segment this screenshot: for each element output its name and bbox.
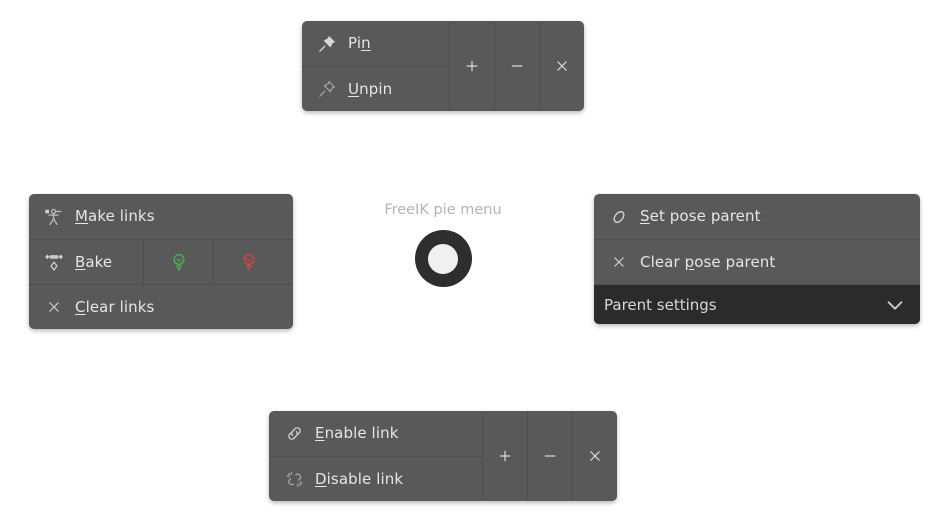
plus-icon [499, 450, 511, 462]
decrement-button[interactable] [494, 21, 539, 111]
lightbulb-off-icon [242, 253, 255, 271]
minus-icon [544, 455, 556, 457]
links-pie-menu-panel: Make links Bake Clear links [29, 194, 293, 329]
menu-item-label: Make links [75, 207, 155, 225]
menu-item-set-pose-parent[interactable]: Set pose parent [594, 194, 920, 239]
links-panel-rows: Make links Bake Clear links [29, 194, 293, 329]
pin-panel-operator-buttons [449, 21, 584, 111]
menu-item-label: Unpin [348, 79, 393, 98]
pin-pie-menu-panel: Pin Unpin [302, 21, 584, 111]
armature-icon [42, 205, 66, 229]
bake-disable-button[interactable] [213, 240, 283, 284]
parent-settings-collapsible-header[interactable]: Parent settings [594, 284, 920, 324]
close-icon [557, 61, 567, 71]
menu-item-label: Pin [348, 34, 371, 52]
enable-panel-rows: Enable link Disable link [269, 411, 482, 501]
link-connected-icon [282, 422, 306, 446]
menu-item-label: Bake [75, 252, 113, 271]
bone-icon [607, 205, 631, 229]
link-broken-icon [282, 467, 306, 491]
pushpin-outline-icon [315, 77, 339, 101]
menu-item-clear-pose-parent[interactable]: Clear pose parent [594, 239, 920, 284]
menu-item-enable-link[interactable]: Enable link [269, 411, 482, 456]
pie-menu-center: FreeIK pie menu [378, 202, 508, 287]
bake-option-cells [143, 240, 283, 284]
bake-constraint-icon [42, 250, 66, 274]
menu-item-clear-links[interactable]: Clear links [29, 284, 293, 329]
menu-item-unpin[interactable]: Unpin [302, 66, 449, 111]
minus-icon [511, 65, 523, 67]
menu-item-label: Enable link [315, 424, 399, 442]
menu-item-bake[interactable]: Bake [29, 239, 293, 284]
close-icon [42, 295, 66, 319]
menu-item-label: Clear links [75, 297, 155, 316]
bake-enable-button[interactable] [143, 240, 213, 284]
decrement-button[interactable] [527, 411, 572, 501]
pin-panel-rows: Pin Unpin [302, 21, 449, 111]
enable-link-pie-menu-panel: Enable link Disable link [269, 411, 617, 501]
menu-item-disable-link[interactable]: Disable link [269, 456, 482, 501]
remove-button[interactable] [539, 21, 584, 111]
menu-item-label: Set pose parent [640, 207, 761, 225]
parent-panel-rows: Set pose parent Clear pose parent Parent… [594, 194, 920, 324]
close-icon [607, 250, 631, 274]
menu-item-pin[interactable]: Pin [302, 21, 449, 66]
menu-item-label: Clear pose parent [640, 252, 776, 271]
pie-menu-ring-hole [428, 243, 458, 274]
enable-panel-operator-buttons [482, 411, 617, 501]
close-icon [590, 451, 600, 461]
pushpin-filled-icon [315, 32, 339, 56]
pie-menu-title: FreeIK pie menu [384, 202, 502, 218]
menu-item-label: Disable link [315, 469, 404, 488]
increment-button[interactable] [482, 411, 527, 501]
menu-item-make-links[interactable]: Make links [29, 194, 293, 239]
pie-menu-ring-icon [414, 230, 472, 287]
lightbulb-on-icon [172, 253, 185, 271]
parent-pie-menu-panel: Set pose parent Clear pose parent Parent… [594, 194, 920, 324]
increment-button[interactable] [449, 21, 494, 111]
chevron-down-icon [884, 294, 906, 316]
remove-button[interactable] [572, 411, 617, 501]
parent-settings-label: Parent settings [604, 295, 717, 314]
plus-icon [466, 60, 478, 72]
